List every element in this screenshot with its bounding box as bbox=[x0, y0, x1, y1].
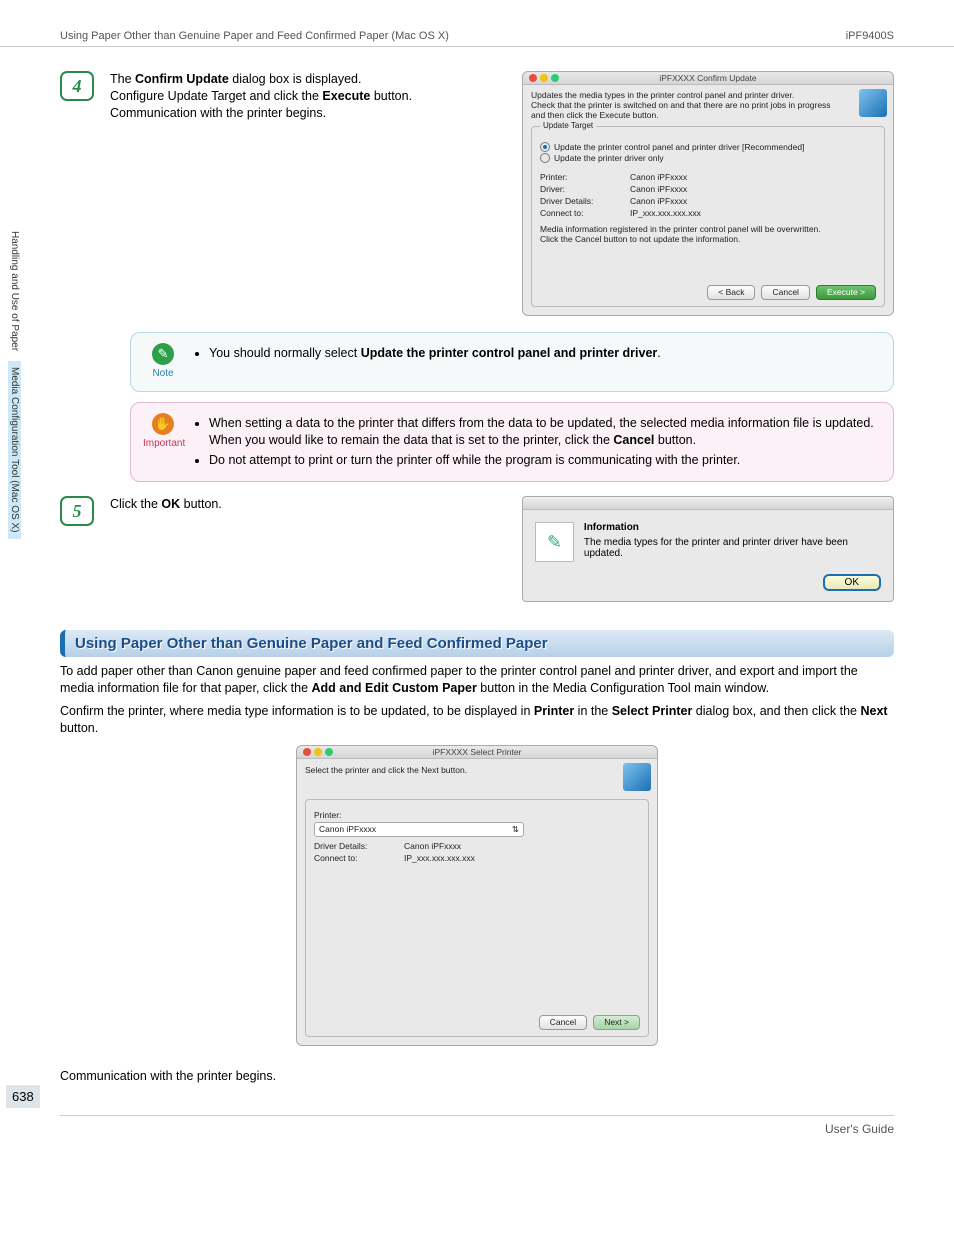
group-title: Update Target bbox=[540, 121, 596, 130]
radio-option-driver-only[interactable]: Update the printer driver only bbox=[540, 153, 876, 163]
app-logo-icon bbox=[623, 763, 651, 791]
confirm-update-dialog: iPFXXXX Confirm Update Updates the media… bbox=[522, 71, 894, 316]
tab-handling[interactable]: Handling and Use of Paper bbox=[8, 225, 21, 357]
overwrite-warning: Media information registered in the prin… bbox=[540, 224, 876, 234]
next-button[interactable]: Next > bbox=[593, 1015, 640, 1030]
chevron-up-down-icon: ⇅ bbox=[512, 824, 519, 835]
radio-icon bbox=[540, 153, 550, 163]
cancel-hint: Click the Cancel button to not update th… bbox=[540, 234, 876, 244]
execute-button[interactable]: Execute > bbox=[816, 285, 876, 300]
note-callout: ✎ Note You should normally select Update… bbox=[130, 332, 894, 392]
info-message: The media types for the printer and prin… bbox=[584, 537, 881, 559]
printer-select[interactable]: Canon iPFxxxx ⇅ bbox=[314, 822, 524, 837]
header-right: iPF9400S bbox=[846, 30, 894, 42]
cancel-button[interactable]: Cancel bbox=[761, 285, 809, 300]
important-icon: ✋ bbox=[152, 413, 174, 435]
info-title: Information bbox=[584, 522, 639, 533]
driver-value: Canon iPFxxxx bbox=[630, 184, 687, 194]
important-callout: ✋ Important When setting a data to the p… bbox=[130, 402, 894, 483]
step-5-text: Click the OK button. bbox=[110, 496, 506, 602]
page-number: 638 bbox=[6, 1085, 40, 1108]
driver-details-value: Canon iPFxxxx bbox=[630, 196, 687, 206]
tab-media-config[interactable]: Media Configuration Tool (Mac OS X) bbox=[8, 361, 21, 538]
radio-option-recommended[interactable]: Update the printer control panel and pri… bbox=[540, 142, 876, 152]
step-4-text: The Confirm Update dialog box is display… bbox=[110, 71, 506, 316]
back-button[interactable]: < Back bbox=[707, 285, 755, 300]
step-5-badge: 5 bbox=[60, 496, 94, 526]
cancel-button[interactable]: Cancel bbox=[539, 1015, 587, 1030]
body-paragraph-3: Communication with the printer begins. bbox=[60, 1068, 894, 1085]
connect-value: IP_xxx.xxx.xxx.xxx bbox=[630, 208, 701, 218]
note-icon: ✎ bbox=[152, 343, 174, 365]
information-dialog: ✎ Information The media types for the pr… bbox=[522, 496, 894, 602]
connect-value: IP_xxx.xxx.xxx.xxx bbox=[404, 853, 475, 863]
driver-details-value: Canon iPFxxxx bbox=[404, 841, 461, 851]
app-logo-icon bbox=[859, 89, 887, 117]
dialog-title: iPFXXXX Select Printer bbox=[297, 747, 657, 757]
radio-icon bbox=[540, 142, 550, 152]
section-heading: Using Paper Other than Genuine Paper and… bbox=[60, 630, 894, 657]
dialog-msg: Select the printer and click the Next bu… bbox=[305, 765, 595, 775]
header-left: Using Paper Other than Genuine Paper and… bbox=[60, 30, 449, 42]
dialog-title: iPFXXXX Confirm Update bbox=[523, 73, 893, 83]
step-4-badge: 4 bbox=[60, 71, 94, 101]
important-bullet-1: When setting a data to the printer that … bbox=[209, 415, 881, 450]
dialog-msg-2: Check that the printer is switched on an… bbox=[531, 101, 831, 121]
note-bullet: You should normally select Update the pr… bbox=[209, 345, 661, 363]
footer: User's Guide bbox=[60, 1115, 894, 1136]
printer-value: Canon iPFxxxx bbox=[630, 172, 687, 182]
select-printer-dialog: iPFXXXX Select Printer Select the printe… bbox=[296, 745, 658, 1046]
ok-button[interactable]: OK bbox=[823, 574, 881, 591]
info-icon: ✎ bbox=[535, 522, 574, 562]
side-tabs: Handling and Use of Paper Media Configur… bbox=[8, 225, 22, 543]
important-bullet-2: Do not attempt to print or turn the prin… bbox=[209, 452, 881, 470]
body-paragraph-2: Confirm the printer, where media type in… bbox=[60, 703, 894, 737]
body-paragraph-1: To add paper other than Canon genuine pa… bbox=[60, 663, 894, 697]
